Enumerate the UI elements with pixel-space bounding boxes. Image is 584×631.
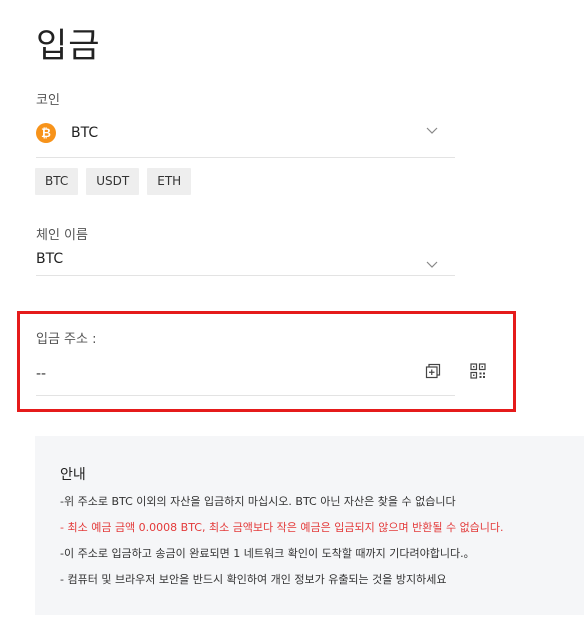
notice-title: 안내 [60,467,86,483]
chain-select[interactable]: BTC [36,246,455,276]
coin-chip-btc[interactable]: BTC [35,168,79,195]
coin-chip-group: BTC USDT ETH [35,168,192,195]
coin-chip-eth[interactable]: ETH [147,168,192,195]
coin-chip-usdt[interactable]: USDT [86,168,140,195]
chevron-down-icon[interactable] [425,258,439,272]
coin-selected-value: BTC [71,124,99,141]
page-title: 입금 [36,26,101,66]
bitcoin-icon: ₿ [36,122,56,143]
notice-line: -이 주소로 입금하고 송금이 완료되면 1 네트워크 확인이 도착할 때까지 … [60,547,475,560]
deposit-address-section: 입금 주소 : -- [17,311,516,412]
chain-label: 체인 이름 [36,228,88,243]
copy-icon[interactable] [425,363,441,379]
notice-line-warning: - 최소 예금 금액 0.0008 BTC, 최소 금액보다 작은 예금은 입금… [60,521,504,534]
deposit-address-field: -- [36,359,486,396]
notice-line: - 컴퓨터 및 브라우저 보안을 반드시 확인하여 개인 정보가 유출되는 것을… [60,573,447,586]
deposit-address-value: -- [36,366,47,382]
qr-code-icon[interactable] [470,363,486,379]
coin-label: 코인 [36,93,60,108]
coin-select[interactable]: ₿ BTC [36,116,455,158]
chain-selected-value: BTC [36,251,64,267]
notice-panel: 안내 -위 주소로 BTC 이외의 자산을 입금하지 마십시오. BTC 아닌 … [35,436,584,615]
deposit-address-label: 입금 주소 : [36,332,97,347]
notice-line: -위 주소로 BTC 이외의 자산을 입금하지 마십시오. BTC 아닌 자산은… [60,495,456,508]
chevron-down-icon[interactable] [425,124,439,138]
